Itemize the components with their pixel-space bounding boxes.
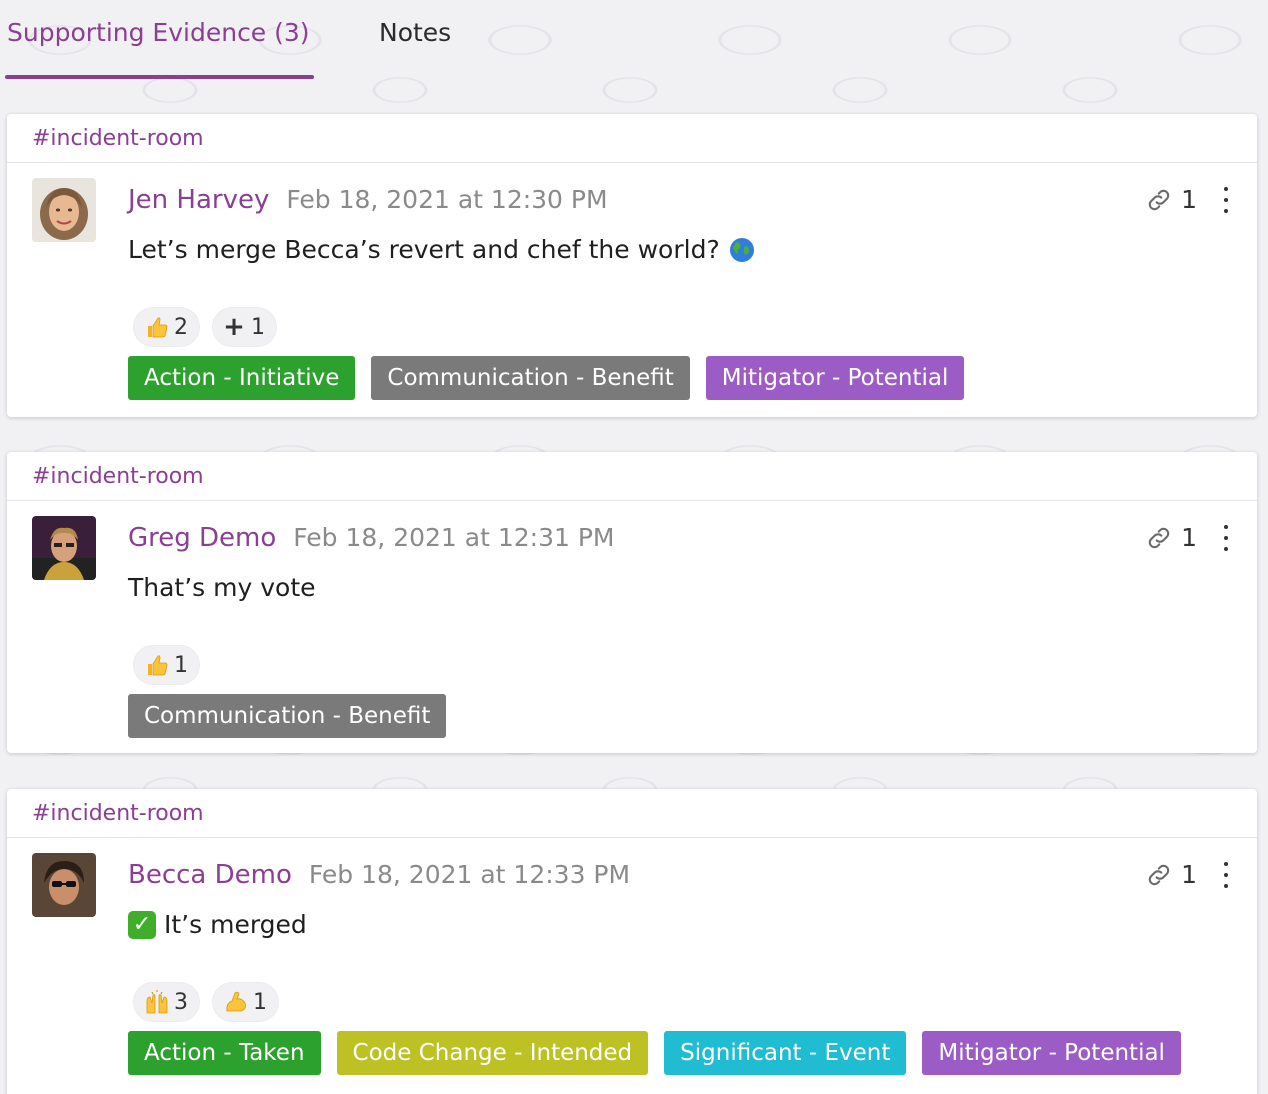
- raised-hands-icon: [144, 989, 170, 1015]
- tag-action-initiative[interactable]: Action - Initiative: [128, 356, 356, 400]
- globe-icon: [728, 236, 756, 264]
- timestamp: Feb 18, 2021 at 12:31 PM: [293, 523, 615, 552]
- active-tab-indicator: [5, 75, 314, 79]
- reaction-plus-one[interactable]: + 1: [212, 307, 277, 347]
- reaction-flexed-biceps[interactable]: 1: [212, 982, 279, 1022]
- tab-notes[interactable]: Notes: [379, 18, 451, 47]
- thumbs-up-icon: [144, 314, 170, 340]
- reaction-thumbs-up[interactable]: 1: [133, 645, 200, 685]
- tag-mitigator-potential[interactable]: Mitigator - Potential: [705, 356, 965, 400]
- evidence-card: #incident-room Becca Demo Feb 18, 2021 a…: [7, 789, 1257, 1094]
- link-count: 1: [1181, 523, 1197, 552]
- more-options-icon[interactable]: [1219, 186, 1233, 213]
- channel-link[interactable]: #incident-room: [32, 126, 204, 151]
- flexed-biceps-icon: [223, 989, 249, 1015]
- avatar[interactable]: [32, 178, 96, 242]
- card-header: #incident-room: [7, 789, 1257, 838]
- thumbs-up-icon: [144, 652, 170, 678]
- tag-code-change-intended[interactable]: Code Change - Intended: [336, 1031, 649, 1075]
- avatar[interactable]: [32, 516, 96, 580]
- tag-mitigator-potential[interactable]: Mitigator - Potential: [922, 1031, 1181, 1075]
- link-icon[interactable]: [1145, 861, 1173, 889]
- timestamp: Feb 18, 2021 at 12:33 PM: [308, 860, 631, 889]
- message-text: Let’s merge Becca’s revert and chef the …: [128, 235, 756, 264]
- card-header: #incident-room: [7, 114, 1257, 163]
- reaction-raised-hands[interactable]: 3: [133, 982, 200, 1022]
- tag-communication-benefit[interactable]: Communication - Benefit: [371, 356, 690, 400]
- more-options-icon[interactable]: [1219, 861, 1233, 888]
- channel-link[interactable]: #incident-room: [32, 801, 204, 826]
- tab-bar: Supporting Evidence (3) Notes: [0, 0, 1268, 80]
- evidence-card: #incident-room Jen Harvey Feb 18, 2021 a…: [7, 114, 1257, 417]
- link-count: 1: [1181, 185, 1197, 214]
- reaction-thumbs-up[interactable]: 2: [133, 307, 200, 347]
- link-icon[interactable]: [1145, 524, 1173, 552]
- check-mark-icon: ✓: [128, 910, 156, 939]
- plus-icon: +: [223, 312, 245, 342]
- author-name[interactable]: Becca Demo: [128, 860, 292, 890]
- message-text: That’s my vote: [128, 573, 316, 602]
- author-name[interactable]: Greg Demo: [128, 523, 276, 553]
- link-icon[interactable]: [1145, 186, 1173, 214]
- tag-action-taken[interactable]: Action - Taken: [128, 1031, 321, 1075]
- channel-link[interactable]: #incident-room: [32, 464, 204, 489]
- tag-communication-benefit[interactable]: Communication - Benefit: [128, 694, 447, 738]
- author-name[interactable]: Jen Harvey: [128, 185, 269, 215]
- tab-supporting-evidence[interactable]: Supporting Evidence (3): [7, 18, 310, 47]
- message-text: ✓ It’s merged: [128, 910, 307, 939]
- card-header: #incident-room: [7, 452, 1257, 501]
- avatar[interactable]: [32, 853, 96, 917]
- evidence-card: #incident-room Greg Demo Feb 18, 2021 at…: [7, 452, 1257, 753]
- more-options-icon[interactable]: [1219, 524, 1233, 551]
- timestamp: Feb 18, 2021 at 12:30 PM: [286, 185, 608, 214]
- link-count: 1: [1181, 860, 1197, 889]
- tag-significant-event[interactable]: Significant - Event: [664, 1031, 907, 1075]
